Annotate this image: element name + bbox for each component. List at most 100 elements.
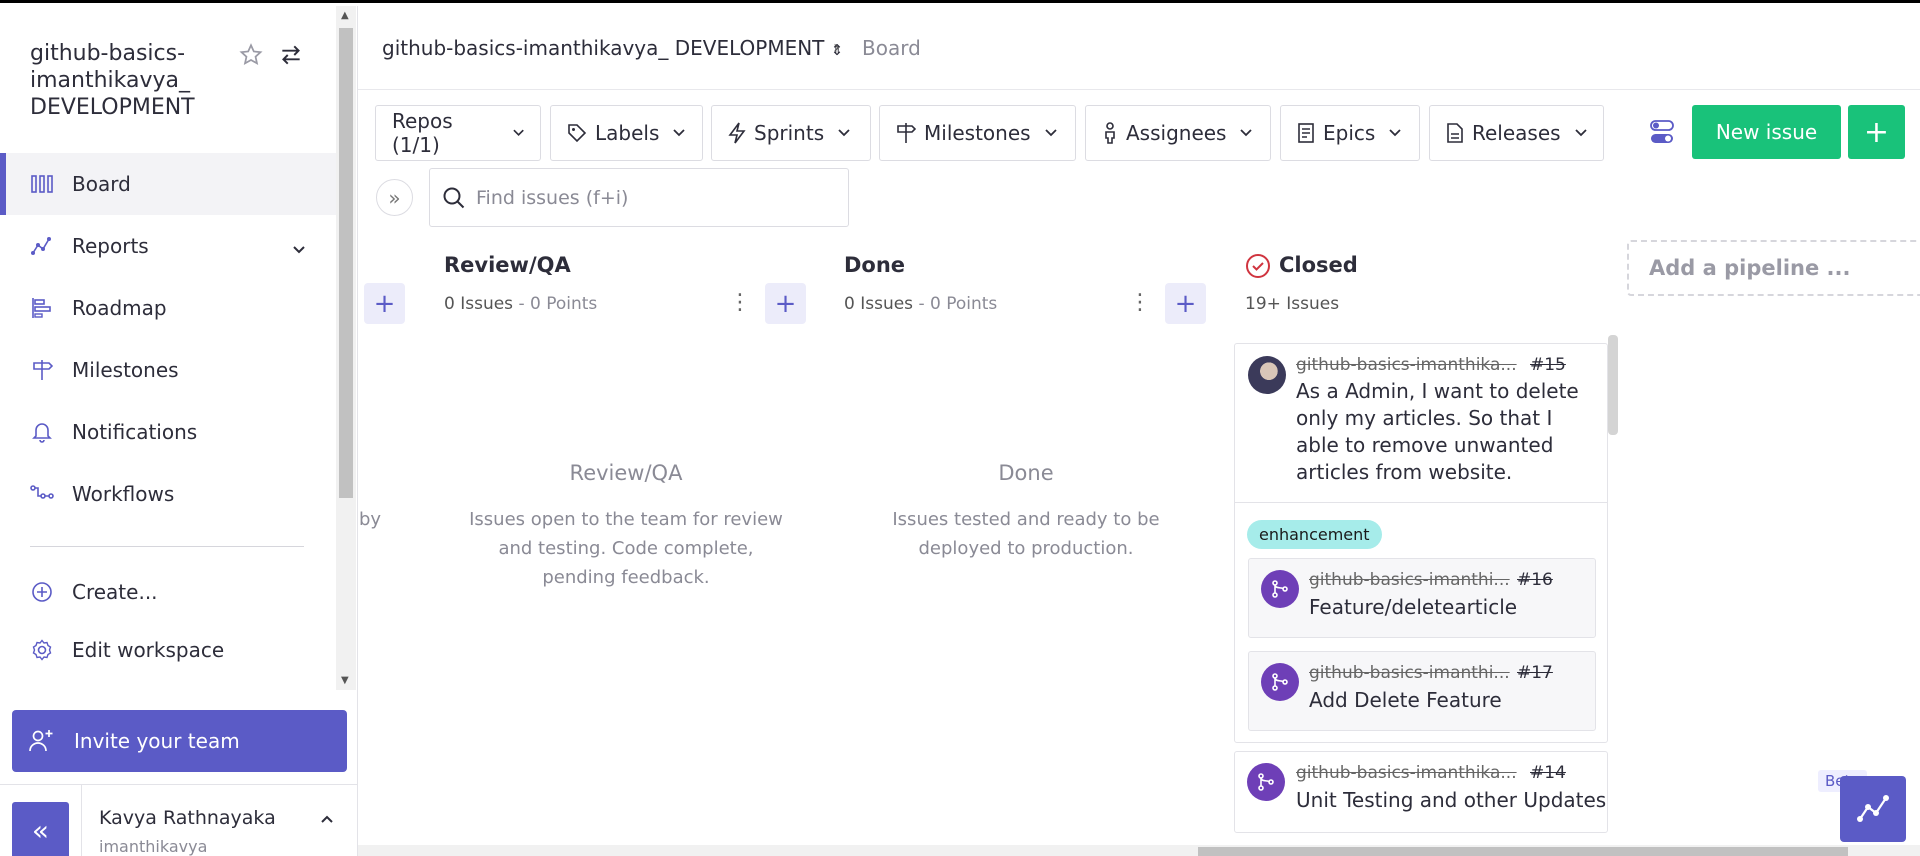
sidebar-item-milestones[interactable]: Milestones [0,339,336,401]
sidebar-scrollbar[interactable]: ▲ ▼ [336,6,356,690]
scroll-down-arrow-icon[interactable]: ▼ [341,675,349,686]
column-meta: 0 Issues - 0 Points [844,294,997,314]
sprints-filter[interactable]: Sprints [711,105,871,161]
releases-filter-label: Releases [1472,121,1561,145]
sidebar-item-board[interactable]: Board [0,153,336,215]
breadcrumb-current: Board [862,36,921,60]
label-badge[interactable]: enhancement [1247,520,1382,549]
empty-state-title: Done [998,461,1054,485]
add-user-icon [29,730,53,752]
bolt-icon [728,122,746,144]
milestone-icon [897,123,916,143]
empty-state-title: Review/QA [569,461,683,485]
pull-request-icon [1261,663,1299,701]
user-handle: imanthikavya [99,837,208,856]
sidebar-item-workflows[interactable]: Workflows [0,463,336,525]
more-vertical-icon[interactable]: ⋮ [1129,290,1151,315]
milestones-filter[interactable]: Milestones [879,105,1076,161]
more-vertical-icon[interactable]: ⋮ [729,290,751,315]
issue-card[interactable]: github-basics-imanthika... #14 Unit Test… [1234,751,1608,833]
collapse-sidebar-button[interactable]: « [12,802,69,856]
milestones-filter-label: Milestones [924,121,1031,145]
pr-title: Add Delete Feature [1309,688,1502,712]
card-divider [1235,502,1607,503]
gear-icon [30,638,54,662]
labels-filter[interactable]: Labels [550,105,703,161]
breadcrumb-workspace-label: github-basics-imanthikavya_ DEVELOPMENT [382,36,825,60]
star-icon[interactable] [238,42,264,72]
create-label: Create... [72,580,158,604]
pull-request-icon [1247,763,1285,801]
release-icon [1447,123,1463,143]
add-button[interactable]: + [1848,105,1905,159]
edit-workspace-button[interactable]: Edit workspace [0,621,336,679]
epics-filter[interactable]: Epics [1280,105,1420,161]
workflow-icon [30,482,54,506]
chevron-down-icon [1574,129,1587,137]
pr-number: #17 [1517,663,1553,683]
sidebar-item-label: Milestones [72,358,179,382]
scrollbar-thumb[interactable] [339,28,353,498]
add-pipeline-button[interactable]: Add a pipeline ... [1627,240,1920,296]
empty-state-description: Issues open to the team for review and t… [469,509,783,588]
breadcrumb-workspace[interactable]: github-basics-imanthikavya_ DEVELOPMENT … [382,36,843,60]
cards-scrollbar-thumb[interactable] [1608,335,1618,435]
invite-team-button[interactable]: Invite your team [12,710,347,772]
epics-filter-label: Epics [1323,121,1376,145]
double-chevron-right-icon: » [388,185,401,210]
bell-icon [30,420,54,444]
plus-icon: + [373,288,396,319]
add-issue-button[interactable]: + [1165,283,1206,324]
workspace-name: github-basics-imanthikavya_ DEVELOPMENT [30,41,195,120]
partial-description: by [359,509,382,530]
plus-circle-icon [30,580,54,604]
search-input[interactable] [476,186,816,209]
sidebar-item-roadmap[interactable]: Roadmap [0,277,336,339]
search-field[interactable] [429,168,849,227]
repos-filter[interactable]: Repos (1/1) [375,105,541,161]
create-button[interactable]: Create... [0,563,336,621]
closed-card-list: github-basics-imanthika... #15 As a Admi… [1234,343,1608,833]
footer-divider [81,785,82,856]
assignees-filter[interactable]: Assignees [1085,105,1271,161]
add-issue-button[interactable]: + [364,283,405,324]
reports-icon [30,234,54,258]
expand-columns-button[interactable]: » [376,179,413,216]
sidebar-item-notifications[interactable]: Notifications [0,401,336,463]
plus-icon: + [774,288,797,319]
milestone-icon [30,358,54,382]
chevron-up-icon[interactable] [320,809,334,828]
breadcrumb: github-basics-imanthikavya_ DEVELOPMENT … [358,6,1920,90]
repo-name: github-basics-imanthi... [1309,570,1510,590]
sidebar-item-reports[interactable]: Reports [0,215,336,277]
insights-button[interactable] [1840,776,1906,842]
chevron-down-icon[interactable] [292,236,306,260]
issue-title: Unit Testing and other Updates [1296,788,1607,812]
toggle-view-icon[interactable] [1650,119,1674,149]
scrollbar-thumb[interactable] [1198,847,1848,856]
sidebar-item-label: Board [72,172,131,196]
sidebar-item-label: Notifications [72,420,198,444]
issue-card[interactable]: github-basics-imanthika... #15 As a Admi… [1234,343,1608,743]
board-icon [30,172,54,196]
chevron-down-icon [1240,129,1253,137]
issue-number: #14 [1530,763,1566,783]
scroll-up-arrow-icon[interactable]: ▲ [341,10,349,21]
issue-count: 0 Issues [444,294,514,314]
new-issue-button[interactable]: New issue [1692,105,1841,159]
assignees-filter-label: Assignees [1126,121,1227,145]
tag-icon [568,124,587,143]
linked-pr-card[interactable]: github-basics-imanthi... #17 Add Delete … [1248,651,1596,731]
board-horizontal-scrollbar[interactable] [358,845,1920,856]
releases-filter[interactable]: Releases [1429,105,1604,161]
column-title: Review/QA [444,253,571,277]
roadmap-icon [30,296,54,320]
chevron-down-icon [513,129,524,137]
avatar [1248,356,1286,394]
linked-pr-card[interactable]: github-basics-imanthi... #16 Feature/del… [1248,558,1596,638]
sidebar-divider [30,546,304,547]
points-count: - 0 Points [913,294,998,314]
add-issue-button[interactable]: + [765,283,806,324]
sidebar-actions: Create... Edit workspace [0,563,336,679]
switch-workspace-icon[interactable] [278,42,304,72]
